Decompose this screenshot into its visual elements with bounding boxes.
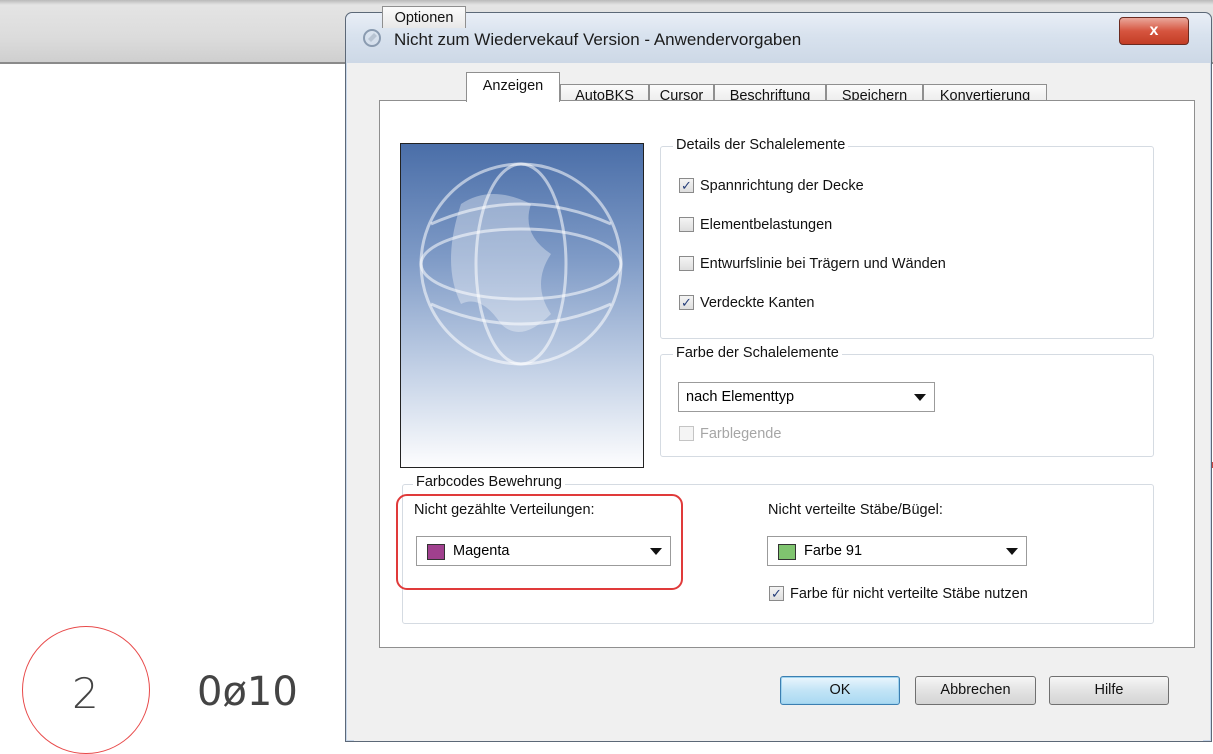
checkbox-box[interactable] <box>679 256 694 271</box>
color-group-title: Farbe der Schalelemente <box>673 345 842 361</box>
checkbox-label: Elementbelastungen <box>700 217 833 233</box>
checkbox-box[interactable]: ✓ <box>679 295 694 310</box>
cad-bubble-number: 2 <box>72 669 99 718</box>
tab-anzeigen[interactable]: Anzeigen <box>466 72 560 102</box>
reinforcement-group-title: Farbcodes Bewehrung <box>413 474 565 490</box>
checkbox-label: Spannrichtung der Decke <box>700 178 864 194</box>
dialog-titlebar[interactable]: Nicht zum Wiedervekauf Version - Anwende… <box>346 13 1211 63</box>
checkbox-box[interactable] <box>679 217 694 232</box>
ok-button[interactable]: OK <box>780 676 900 705</box>
checkbox-box[interactable]: ✓ <box>769 586 784 601</box>
details-group-title: Details der Schalelemente <box>673 137 849 153</box>
checkbox-box[interactable]: ✓ <box>679 178 694 193</box>
checkbox-box <box>679 426 694 441</box>
chevron-down-icon[interactable] <box>914 394 926 401</box>
checkbox-label: Farbe für nicht verteilte Stäbe nutzen <box>790 586 1028 602</box>
preview-image <box>400 143 644 468</box>
red-highlight-annotation <box>396 494 683 590</box>
undistributed-bars-label: Nicht verteilte Stäbe/Bügel: <box>768 502 943 518</box>
app-icon <box>363 29 381 47</box>
globe-watermark-icon <box>419 162 623 366</box>
cancel-button[interactable]: Abbrechen <box>915 676 1036 705</box>
tab-optionen[interactable]: Optionen <box>382 6 466 28</box>
close-button[interactable]: x <box>1119 17 1189 45</box>
checkbox-label: Verdeckte Kanten <box>700 295 815 311</box>
dropdown-value: nach Elementtyp <box>686 389 795 405</box>
help-button[interactable]: Hilfe <box>1049 676 1169 705</box>
checkbox-label: Entwurfslinie bei Trägern und Wänden <box>700 256 946 272</box>
checkbox-label: Farblegende <box>700 426 782 442</box>
cad-rebar-label: 0ø10 <box>197 669 298 715</box>
dropdown-value: Farbe 91 <box>804 543 863 559</box>
element-color-dropdown[interactable]: nach Elementtyp <box>678 382 935 412</box>
dialog-title: Nicht zum Wiedervekauf Version - Anwende… <box>394 30 802 49</box>
chevron-down-icon[interactable] <box>1006 548 1018 555</box>
undistributed-color-dropdown[interactable]: Farbe 91 <box>767 536 1027 566</box>
color-swatch <box>778 544 796 560</box>
